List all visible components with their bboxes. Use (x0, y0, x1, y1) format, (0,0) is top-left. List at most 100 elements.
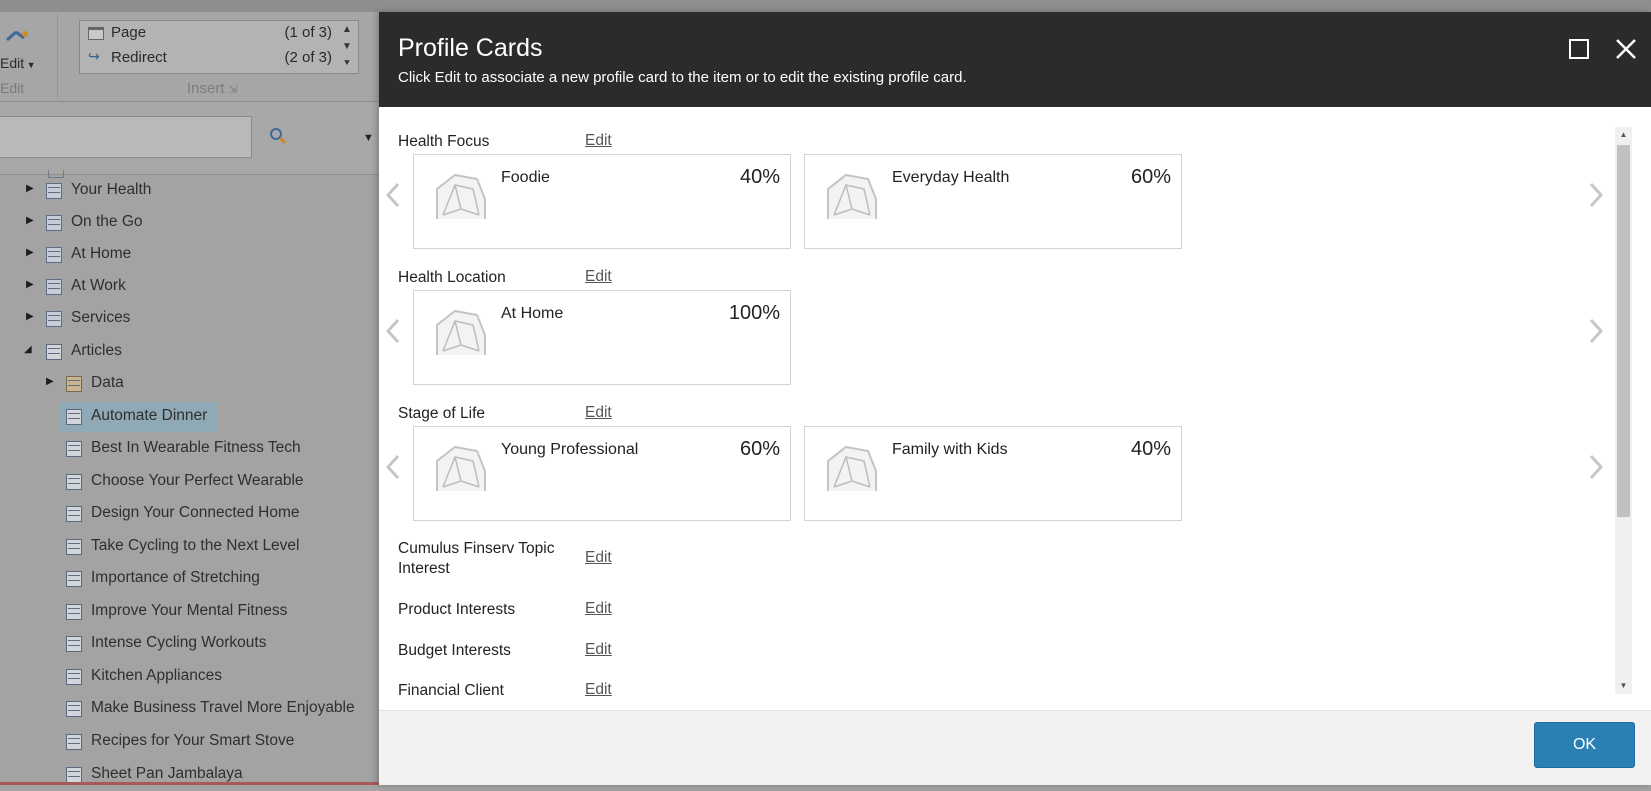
search-input[interactable] (0, 116, 252, 158)
tree-item-label: Services (71, 309, 131, 326)
profile-label: Health Location (398, 269, 506, 286)
profile-card[interactable]: At Home 100% (413, 290, 791, 385)
ribbon-tabs-bar (0, 0, 1651, 12)
search-icon[interactable] (269, 127, 287, 145)
tree-item-article[interactable]: Intense Cycling Workouts (0, 632, 370, 656)
edit-link-health-location[interactable]: Edit (585, 268, 612, 286)
insert-group-label: Insert (187, 80, 225, 97)
tree-item-label: Recipes for Your Smart Stove (91, 732, 295, 749)
insert-option-page[interactable]: Page (1 of 3) (80, 21, 332, 46)
profile-label: Financial Client (398, 682, 504, 699)
dialog-scrollbar[interactable]: ▲ ▼ (1615, 127, 1632, 694)
expand-arrow-icon[interactable]: ▶ (26, 247, 36, 258)
profile-card-percent: 100% (728, 302, 780, 324)
edit-link-stage-of-life[interactable]: Edit (585, 404, 612, 422)
tree-item-label: Best In Wearable Fitness Tech (91, 439, 301, 456)
template-icon (46, 215, 62, 231)
expand-arrow-icon[interactable]: ▶ (26, 215, 36, 226)
profile-card[interactable]: Everyday Health 60% (804, 154, 1182, 249)
chevron-right-icon[interactable] (1589, 454, 1603, 480)
collapse-arrow-icon[interactable]: ◢ (24, 344, 34, 355)
tree-item-article[interactable]: Kitchen Appliances (0, 665, 370, 689)
maximize-icon[interactable] (1569, 39, 1589, 59)
folder-doc-icon (46, 344, 62, 360)
edit-link-budget-interests[interactable]: Edit (585, 641, 612, 659)
dialog-title: Profile Cards (398, 34, 543, 62)
ok-button[interactable]: OK (1534, 722, 1635, 768)
expand-arrow-icon[interactable]: ▶ (26, 183, 36, 194)
tree-item-on-the-go[interactable]: ▶ On the Go (0, 211, 300, 235)
profile-card-icon (436, 309, 486, 355)
tree-item-article[interactable]: Take Cycling to the Next Level (0, 535, 370, 559)
tree-item-article[interactable]: Choose Your Perfect Wearable (0, 470, 370, 494)
profile-card-percent: 40% (739, 166, 780, 188)
chevron-right-icon[interactable] (1589, 318, 1603, 344)
tree-item-articles[interactable]: ◢ Articles (0, 340, 300, 364)
tree-item-your-health[interactable]: ▶ Your Health (0, 179, 300, 203)
expand-list-icon[interactable]: ⯆ (340, 55, 354, 72)
edit-link-health-focus[interactable]: Edit (585, 132, 612, 150)
profile-card-name: At Home (501, 305, 564, 322)
profile-card-name: Everyday Health (892, 169, 1010, 186)
edit-link-product-interests[interactable]: Edit (585, 600, 612, 618)
profile-card-percent: 40% (1130, 438, 1171, 460)
scroll-up-icon[interactable]: ▲ (340, 21, 354, 38)
edit-icon[interactable] (4, 26, 30, 50)
chevron-right-icon[interactable] (1589, 182, 1603, 208)
chevron-left-icon[interactable] (386, 454, 400, 480)
dialog-body: Health Focus Edit Foodie 40% Everyday He… (379, 107, 1651, 724)
tree-item-at-work[interactable]: ▶ At Work (0, 275, 300, 299)
scroll-thumb[interactable] (1617, 145, 1630, 517)
tree-item-label: Data (91, 374, 124, 391)
data-folder-icon (66, 376, 82, 392)
dialog-subtitle: Click Edit to associate a new profile ca… (398, 69, 967, 86)
chevron-left-icon[interactable] (386, 318, 400, 344)
expand-arrow-icon[interactable]: ▶ (26, 279, 36, 290)
tree-item-article[interactable]: Sheet Pan Jambalaya (0, 763, 370, 783)
profile-card-name: Young Professional (501, 441, 639, 458)
tree-item-article[interactable]: Importance of Stretching (0, 567, 370, 591)
scroll-down-icon[interactable]: ▼ (340, 38, 354, 55)
insert-option-redirect[interactable]: ↪ Redirect (2 of 3) (80, 46, 332, 71)
tree-item-article[interactable]: Best In Wearable Fitness Tech (0, 437, 370, 461)
profile-card-icon (827, 173, 877, 219)
tree-item-data[interactable]: ▶ Data (0, 372, 300, 396)
search-bar: ▼ (0, 102, 379, 175)
content-tree: ▶ Your Health ▶ On the Go ▶ At Home ▶ At… (0, 170, 379, 791)
chevron-down-icon[interactable]: ▼ (24, 60, 36, 70)
template-icon (46, 279, 62, 295)
profile-card-name: Foodie (501, 169, 550, 186)
insert-option-label: Page (111, 24, 147, 41)
expand-arrow-icon[interactable]: ▶ (26, 311, 36, 322)
expand-arrow-icon[interactable]: ▶ (46, 376, 56, 387)
tree-item-article[interactable]: Make Business Travel More Enjoyable (0, 697, 370, 721)
insert-option-label: Redirect (111, 49, 167, 66)
article-icon (66, 669, 82, 685)
profile-label: Product Interests (398, 601, 516, 618)
dialog-launcher-icon[interactable]: ⇲ (229, 84, 238, 96)
tree-item-label: Intense Cycling Workouts (91, 634, 267, 651)
tree-item-automate-dinner[interactable]: Automate Dinner (0, 402, 300, 432)
edit-link-cumulus-finserv[interactable]: Edit (585, 549, 612, 567)
scroll-up-icon[interactable]: ▲ (1615, 127, 1632, 143)
dialog-footer: OK (379, 710, 1651, 785)
profile-card[interactable]: Foodie 40% (413, 154, 791, 249)
edit-button-label[interactable]: Edit (0, 55, 24, 71)
tree-item-article[interactable]: Improve Your Mental Fitness (0, 600, 370, 624)
close-icon[interactable] (1611, 34, 1641, 64)
profile-card[interactable]: Family with Kids 40% (804, 426, 1182, 521)
chevron-left-icon[interactable] (386, 182, 400, 208)
profile-card[interactable]: Young Professional 60% (413, 426, 791, 521)
scroll-down-icon[interactable]: ▼ (1615, 678, 1632, 694)
tree-item-article[interactable]: Recipes for Your Smart Stove (0, 730, 370, 754)
tree-item-at-home[interactable]: ▶ At Home (0, 243, 300, 267)
article-icon (66, 767, 82, 783)
tree-item-services[interactable]: ▶ Services (0, 307, 300, 331)
edit-link-financial-client[interactable]: Edit (585, 681, 612, 699)
edit-group-label: Edit (0, 80, 25, 96)
chevron-down-icon[interactable]: ▼ (363, 132, 374, 144)
tree-item-article[interactable]: Design Your Connected Home (0, 502, 370, 526)
tree-item-label: Importance of Stretching (91, 569, 260, 586)
ribbon-edit-group: Edit ▼ Edit (0, 22, 56, 102)
profile-label: Budget Interests (398, 642, 511, 659)
